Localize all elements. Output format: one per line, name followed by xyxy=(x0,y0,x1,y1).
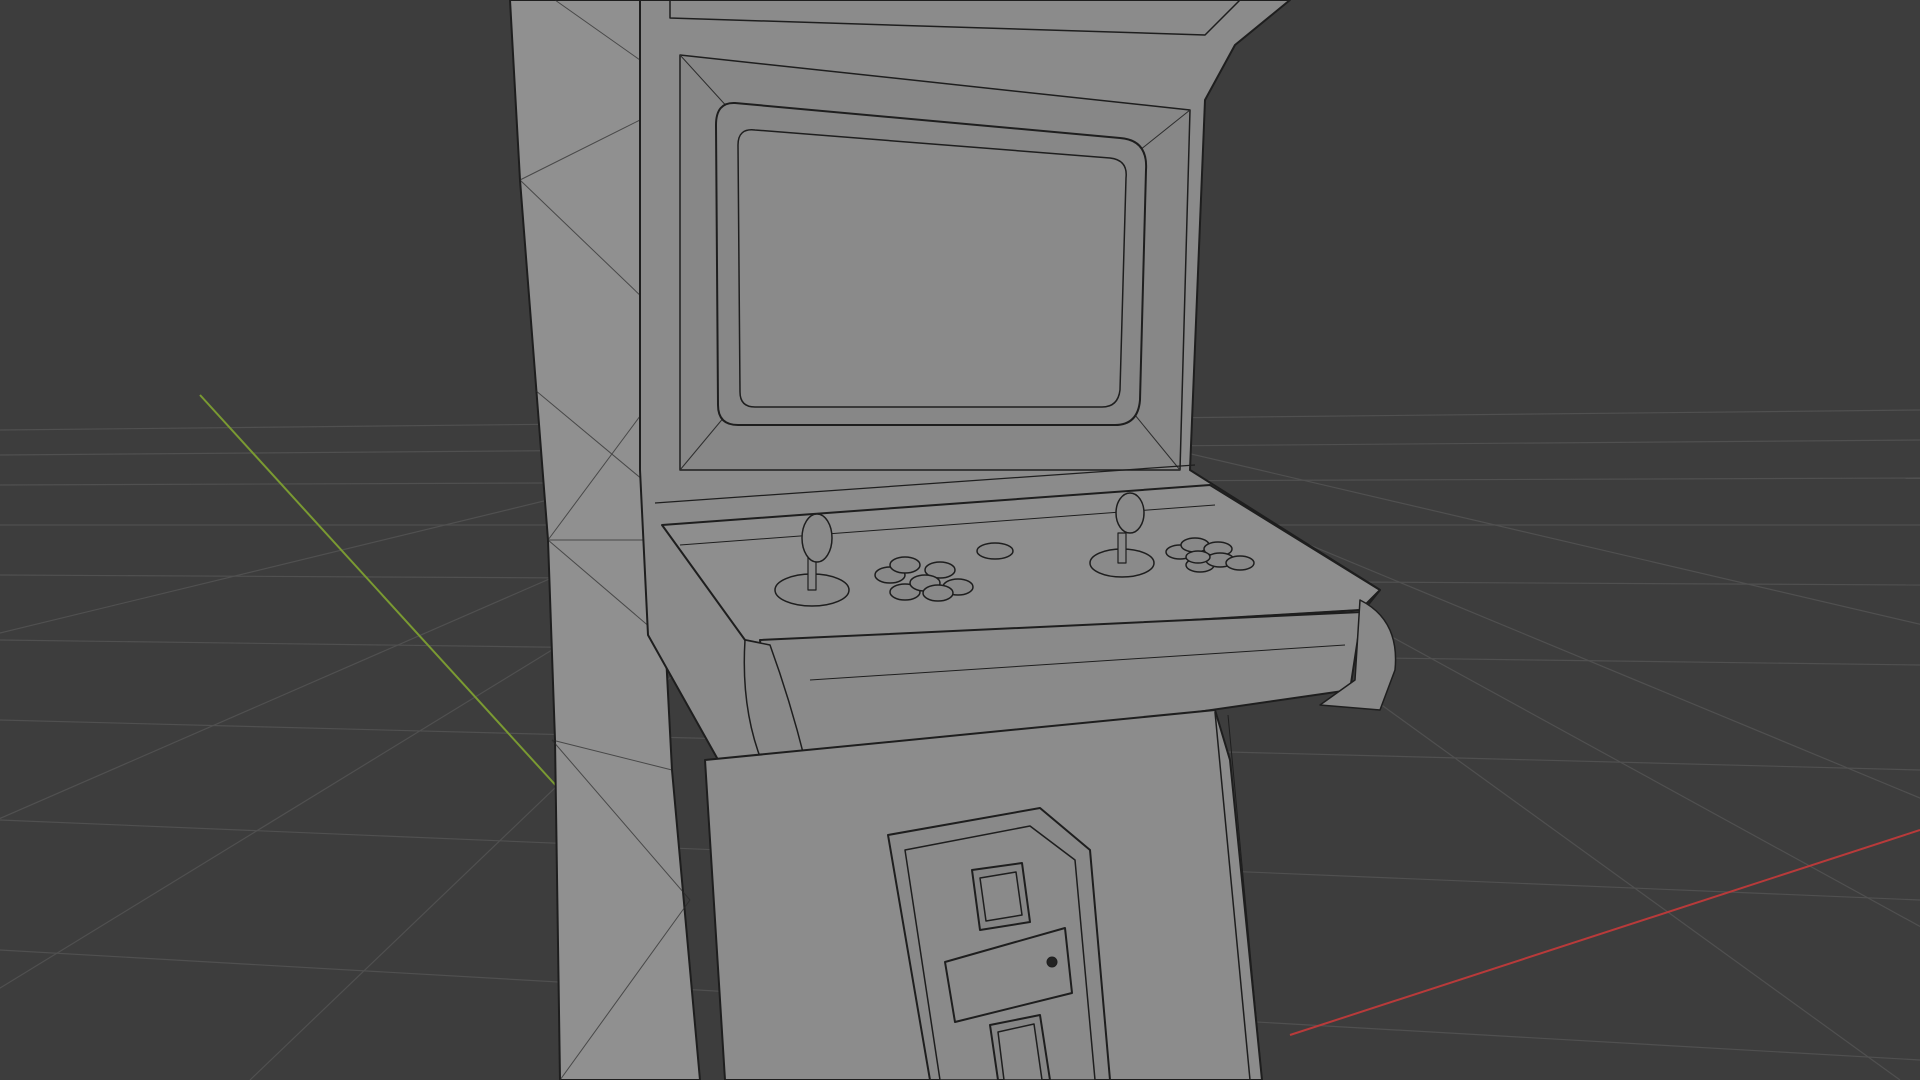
screen xyxy=(715,101,1148,426)
start-button xyxy=(976,542,1014,560)
coin-slot-lower xyxy=(989,1014,1051,1080)
coin-door-lock-icon xyxy=(1046,956,1058,968)
coin-slot-upper xyxy=(971,862,1031,931)
3d-viewport[interactable] xyxy=(0,0,1920,1080)
